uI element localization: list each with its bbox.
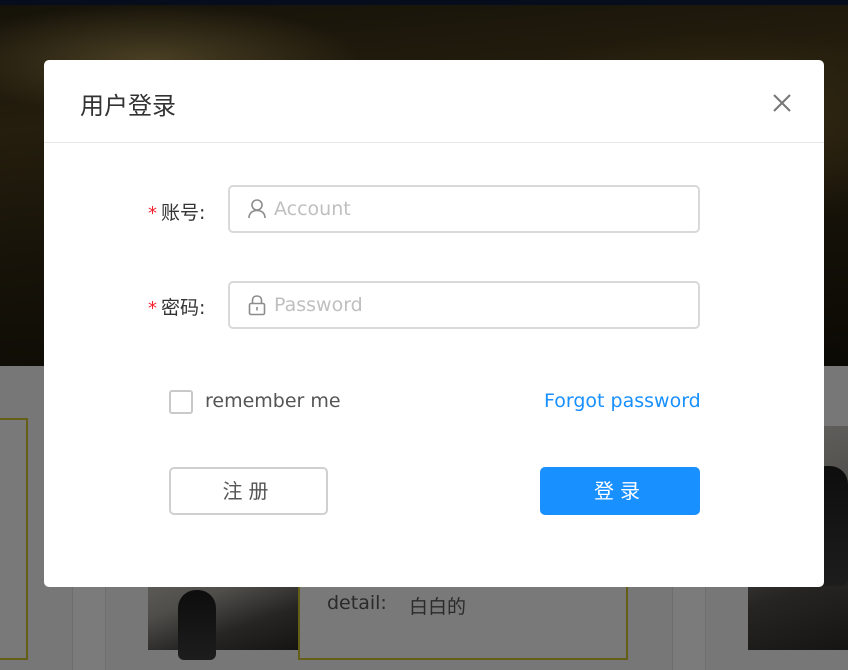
register-button[interactable]: 注册 [169,467,328,515]
password-label: * 密码: [148,293,205,320]
account-field[interactable] [228,185,700,233]
close-icon [773,94,791,112]
password-input[interactable] [274,283,684,327]
password-label-text: 密码: [161,297,206,319]
page: detail: 白白的 用户登录 *账号: [0,0,848,670]
remember-label[interactable]: remember me [205,390,341,412]
modal-title: 用户登录 [80,92,176,120]
user-icon [248,199,266,219]
login-modal: 用户登录 *账号: *密码: [44,60,824,587]
lock-icon [248,295,266,316]
modal-header: 用户登录 [44,60,824,143]
forgot-password-link[interactable]: Forgot password [544,390,701,412]
account-label-text: 账号: [161,202,206,224]
account-label: * 账号: [148,198,205,225]
required-mark: * [148,298,157,319]
close-button[interactable] [762,83,802,123]
account-input[interactable] [274,187,684,231]
password-field[interactable] [228,281,700,329]
login-button[interactable]: 登录 [540,467,700,515]
remember-checkbox[interactable] [169,390,193,414]
required-mark: * [148,203,157,224]
